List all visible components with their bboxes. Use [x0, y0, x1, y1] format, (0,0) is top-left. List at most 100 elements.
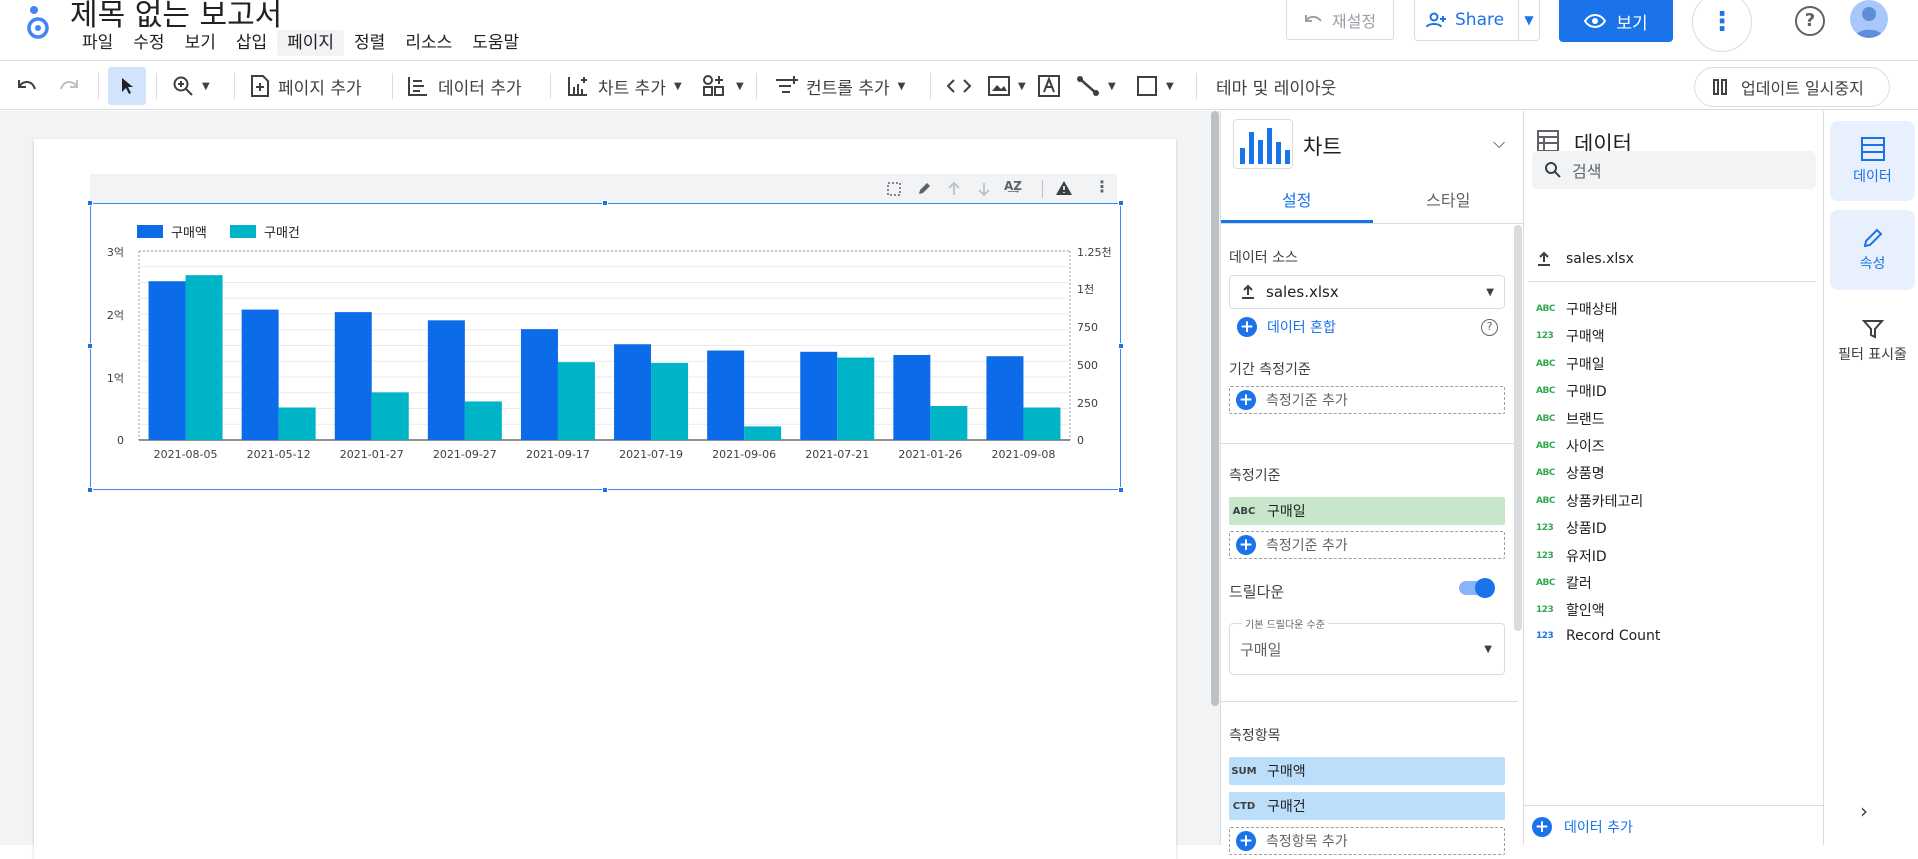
edit-pencil-icon[interactable] [916, 181, 932, 197]
resize-handle[interactable] [1118, 200, 1124, 206]
data-field-item[interactable]: ABC 칼러 [1536, 573, 1592, 593]
data-field-item[interactable]: 123 상품ID [1536, 518, 1607, 538]
field-type-icon: ABC [1536, 304, 1555, 314]
help-icon[interactable]: ? [1795, 6, 1825, 36]
line-icon[interactable]: ▼ [1076, 61, 1116, 111]
undo-icon[interactable] [16, 61, 38, 111]
looker-studio-logo[interactable] [22, 2, 52, 42]
metric-chip[interactable]: CTD 구매건 [1229, 792, 1505, 820]
help-icon[interactable]: ? [1481, 319, 1498, 336]
data-field-item[interactable]: 123 Record Count [1536, 628, 1660, 644]
bar-chart-component[interactable] [90, 203, 1121, 490]
canvas-scrollbar[interactable] [1210, 111, 1220, 845]
warning-icon[interactable] [1055, 180, 1073, 196]
side-properties-button[interactable]: 속성 [1830, 210, 1915, 290]
add-control-button[interactable]: 컨트롤 추가 ▼ [774, 61, 905, 111]
resize-handle[interactable] [87, 487, 93, 493]
pause-update-button[interactable]: 업데이트 일시중지 [1694, 67, 1890, 107]
resize-handle[interactable] [602, 487, 608, 493]
data-field-item[interactable]: ABC 구매일 [1536, 354, 1605, 374]
resize-handle[interactable] [1118, 487, 1124, 493]
pause-icon [1713, 79, 1727, 95]
avatar[interactable] [1850, 0, 1888, 38]
chart-more-icon[interactable]: ⋮ [1094, 177, 1110, 196]
side-properties-label: 속성 [1859, 256, 1886, 272]
shape-icon[interactable]: ▼ [1136, 61, 1174, 111]
dimension-type-tag: ABC [1232, 505, 1256, 517]
drilldown-level-select[interactable]: 기본 드릴다운 수준 구매일 ▼ [1229, 616, 1505, 675]
redo-icon[interactable] [58, 61, 80, 111]
metric-agg-tag: SUM [1231, 765, 1257, 777]
dimension-chip[interactable]: ABC 구매일 [1229, 497, 1505, 525]
legend-swatch [137, 225, 163, 238]
report-title[interactable]: 제목 없는 보고서 [70, 0, 282, 34]
menu-page[interactable]: 페이지 [277, 30, 345, 56]
data-field-item[interactable]: 123 할인액 [1536, 600, 1605, 620]
field-search-input[interactable]: 검색 [1532, 151, 1816, 189]
field-name: 유저ID [1566, 548, 1607, 565]
data-field-item[interactable]: ABC 상품카테고리 [1536, 491, 1643, 511]
view-button[interactable]: 보기 [1559, 0, 1673, 42]
data-field-item[interactable]: 123 유저ID [1536, 546, 1607, 566]
resize-handle[interactable] [602, 200, 608, 206]
menu-help[interactable]: 도움말 [462, 30, 529, 56]
scrollbar-thumb[interactable] [1211, 111, 1219, 706]
side-filter-button[interactable]: 필터 표시줄 [1830, 301, 1915, 381]
theme-layout-button[interactable]: 테마 및 레이아웃 [1216, 61, 1336, 111]
data-field-item[interactable]: 123 구매액 [1536, 326, 1605, 346]
legend-label: 구매액 [171, 226, 207, 241]
panel-scrollbar[interactable] [1514, 225, 1522, 631]
metric-label: 측정항목 [1229, 728, 1281, 744]
select-cursor-icon[interactable] [108, 67, 146, 105]
add-chart-button[interactable]: 차트 추가 ▼ [566, 61, 682, 111]
send-backward-icon[interactable] [976, 181, 992, 197]
data-field-item[interactable]: ABC 상품명 [1536, 463, 1605, 483]
reset-button[interactable]: 재설정 [1286, 0, 1394, 40]
resize-handle[interactable] [1118, 343, 1124, 349]
data-field-item[interactable]: ABC 브랜드 [1536, 409, 1605, 429]
data-field-item[interactable]: ABC 구매ID [1536, 381, 1607, 401]
share-button[interactable]: Share ▼ [1414, 0, 1540, 41]
menu-arrange[interactable]: 정렬 [344, 30, 395, 56]
data-field-item[interactable]: ABC 사이즈 [1536, 436, 1605, 456]
metric-chip[interactable]: SUM 구매액 [1229, 757, 1505, 785]
field-name: 브랜드 [1566, 411, 1605, 428]
field-name: 구매상태 [1566, 302, 1618, 318]
resize-handle[interactable] [87, 343, 93, 349]
add-data-link[interactable]: + 데이터 추가 [1532, 817, 1633, 837]
drilldown-toggle[interactable] [1459, 578, 1495, 598]
menu-view[interactable]: 보기 [175, 30, 226, 56]
add-data-label: 데이터 추가 [1564, 820, 1633, 836]
add-metric-button[interactable]: + 측정항목 추가 [1229, 827, 1505, 855]
menu-resource[interactable]: 리소스 [395, 30, 462, 56]
resize-handle[interactable] [87, 200, 93, 206]
bring-forward-icon[interactable] [946, 181, 962, 197]
add-date-dimension-button[interactable]: + 측정기준 추가 [1229, 386, 1505, 414]
side-data-button[interactable]: 데이터 [1830, 121, 1915, 201]
select-area-icon[interactable] [886, 181, 902, 197]
data-source-row[interactable]: sales.xlsx [1536, 251, 1634, 267]
text-box-icon[interactable] [1038, 61, 1060, 111]
zoom-icon[interactable]: ▼ [172, 61, 210, 111]
image-icon[interactable]: ▼ [988, 61, 1026, 111]
more-options-icon[interactable]: ⋮ [1692, 0, 1752, 52]
menu-file[interactable]: 파일 [72, 30, 123, 56]
add-page-button[interactable]: 페이지 추가 [250, 61, 362, 111]
view-label: 보기 [1616, 13, 1648, 34]
data-source-select[interactable]: sales.xlsx ▼ [1229, 275, 1505, 309]
add-dimension-button[interactable]: + 측정기준 추가 [1229, 531, 1505, 559]
collapse-chevron-icon[interactable]: ⌵ [1493, 133, 1505, 153]
tab-style[interactable]: 스타일 [1373, 179, 1525, 223]
blend-data-button[interactable]: + 데이터 혼합 [1237, 317, 1336, 337]
data-field-item[interactable]: ABC 구매상태 [1536, 299, 1618, 319]
add-component-icon[interactable]: ▼ [702, 61, 744, 111]
add-data-button[interactable]: 데이터 추가 [406, 61, 522, 111]
share-dropdown-icon[interactable]: ▼ [1519, 13, 1539, 27]
tab-setup[interactable]: 설정 [1221, 179, 1373, 223]
sort-az-icon[interactable]: A͢Z [1004, 179, 1022, 193]
chart-type-icon[interactable] [1233, 119, 1293, 169]
embed-code-icon[interactable] [946, 61, 972, 111]
menu-edit[interactable]: 수정 [123, 30, 174, 56]
expand-chevron-icon[interactable]: › [1860, 799, 1868, 823]
menu-insert[interactable]: 삽입 [226, 30, 277, 56]
